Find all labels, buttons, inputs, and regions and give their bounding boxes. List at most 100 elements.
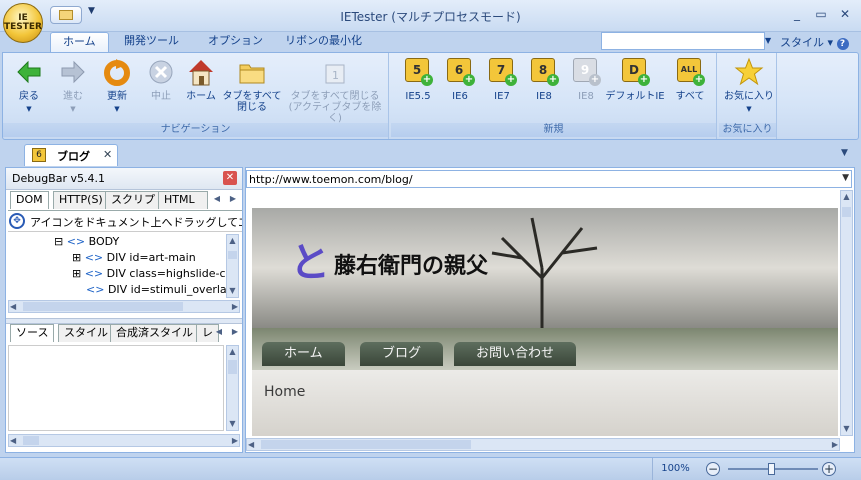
page-hscrollbar[interactable]: ◀ ▶ [246, 438, 840, 451]
scroll-left-icon[interactable]: ◀ [10, 435, 16, 447]
home-button[interactable]: ホーム [181, 57, 221, 102]
nav-home[interactable]: ホーム [262, 342, 345, 366]
close-button[interactable]: ✕ [836, 6, 854, 22]
zoom-in-icon[interactable]: + [822, 462, 836, 476]
stop-button[interactable]: 中止 [141, 57, 181, 102]
collapse-icon[interactable]: ⊟ [54, 235, 63, 248]
crosshair-icon[interactable]: ✥ [9, 213, 25, 229]
new-tab-ie55-button[interactable]: 5 + IE5.5 [399, 57, 437, 102]
new-tab-ie-button[interactable]: D + デフォルトIE [603, 57, 667, 102]
refresh-button[interactable]: 更新 ▼ [97, 57, 137, 115]
new-tab-ie8-button[interactable]: 9 + IE8 [567, 57, 605, 102]
expand-icon[interactable]: ⊞ [72, 251, 81, 264]
source-view[interactable] [8, 345, 224, 431]
forward-button[interactable]: 進む ▼ [53, 57, 93, 115]
close-other-label2: (アクティブタブを除く) [288, 102, 382, 124]
drag-hint-text: アイコンをドキュメント上へドラッグしてエレメント [30, 216, 242, 229]
tab-scroll-right-icon[interactable]: ▶ [228, 326, 242, 338]
tab-scroll-left-icon[interactable]: ◀ [212, 326, 226, 338]
search-input[interactable] [601, 32, 765, 50]
tab-html-check[interactable]: HTMLチェッ [158, 191, 208, 209]
scroll-thumb[interactable] [261, 440, 471, 449]
scroll-left-icon[interactable]: ◀ [248, 439, 254, 451]
tab-computed-style[interactable]: 合成済スタイル [110, 324, 199, 342]
tab-scroll-left-icon[interactable]: ◀ [210, 193, 224, 205]
chevron-down-icon: ▼ [26, 105, 32, 113]
scroll-right-icon[interactable]: ▶ [232, 435, 238, 447]
tab-dom[interactable]: DOM [10, 191, 49, 209]
close-all-tabs-button[interactable]: タブをすべて 閉じる [221, 57, 283, 113]
close-tab-icon[interactable]: ✕ [103, 148, 112, 161]
tab-dev-tools[interactable]: 開発ツール [112, 32, 191, 52]
tree-node-div[interactable]: <> DIV id=stimuli_overlay [86, 282, 233, 298]
document-tab-label: ブログ [57, 150, 90, 163]
new-tab-ie6-button[interactable]: 6 + IE6 [441, 57, 479, 102]
chevron-down-icon: ▼ [114, 105, 120, 113]
scroll-up-icon[interactable]: ▲ [227, 235, 238, 247]
scroll-down-icon[interactable]: ▼ [227, 285, 238, 297]
document-tab[interactable]: 6 ブログ ✕ [24, 144, 118, 166]
tree-node-div[interactable]: ⊞ <> DIV class=highslide-con [72, 266, 239, 282]
app-orb-button[interactable]: IE TESTER [3, 3, 43, 43]
tab-home[interactable]: ホーム [50, 32, 109, 52]
address-bar[interactable]: http://www.toemon.com/blog/ ▼ [246, 170, 852, 188]
breadcrumb[interactable]: Home [264, 384, 305, 400]
style-menu[interactable]: スタイル ▾ ? [780, 34, 849, 50]
folder-icon [237, 57, 267, 87]
tab-scroll-right-icon[interactable]: ▶ [226, 193, 240, 205]
scroll-thumb[interactable] [228, 360, 237, 374]
scroll-down-icon[interactable]: ▼ [841, 423, 852, 435]
plus-icon: + [638, 74, 650, 86]
scroll-right-icon[interactable]: ▶ [832, 439, 838, 451]
scroll-thumb[interactable] [228, 251, 237, 259]
close-other-tabs-button[interactable]: 1 タブをすべて閉じる (アクティブタブを除く) [285, 57, 385, 124]
new-tab-ie7-button[interactable]: 7 + IE7 [483, 57, 521, 102]
new-tab-ie8-button[interactable]: 8 + IE8 [525, 57, 563, 102]
tree-node-div[interactable]: ⊞ <> DIV id=art-main [72, 250, 196, 266]
tab-list-dropdown-icon[interactable]: ▼ [841, 148, 848, 158]
web-page: と 藤右衛門の親父 ホーム ブログ お問い合わせ Home [252, 208, 838, 436]
search-dropdown-icon[interactable]: ▼ [765, 32, 775, 50]
nav-contact[interactable]: お問い合わせ [454, 342, 577, 366]
scroll-left-icon[interactable]: ◀ [10, 301, 16, 313]
new-tab--button[interactable]: ALL + すべて [669, 57, 711, 102]
tree-node-body[interactable]: ⊟ <> BODY [54, 234, 119, 250]
navigation-group-label: ナビゲーション [3, 123, 388, 137]
tree-hscrollbar[interactable]: ◀ ▶ [8, 300, 240, 313]
close-debugbar-icon[interactable]: ✕ [223, 171, 237, 185]
scroll-right-icon[interactable]: ▶ [232, 301, 238, 313]
navigation-group: 戻る ▼ 進む ▼ 更新 ▼ 中止 ホーム タブをすべて 閉じる 1 タブをすべて閉じる… [3, 53, 389, 139]
favorites-button[interactable]: お気に入り ▼ [723, 57, 775, 115]
address-dropdown-icon[interactable]: ▼ [842, 173, 849, 183]
tab-http[interactable]: HTTP(S) [53, 191, 109, 209]
tree-vscrollbar[interactable]: ▲ ▼ [226, 234, 239, 298]
browser-panel: http://www.toemon.com/blog/ ▼ と 藤右衛門の親父 … [245, 167, 855, 453]
home-label: ホーム [186, 91, 216, 102]
style-label: スタイル [780, 36, 824, 49]
site-logo-icon: と [290, 240, 330, 286]
zoom-slider-thumb[interactable] [768, 463, 775, 475]
zoom-out-icon[interactable]: − [706, 462, 720, 476]
tab-options[interactable]: オプション [196, 32, 275, 52]
forward-label: 進む [63, 91, 83, 102]
scroll-up-icon[interactable]: ▲ [841, 191, 852, 203]
scroll-thumb[interactable] [23, 302, 183, 311]
source-hscrollbar[interactable]: ◀ ▶ [8, 434, 240, 447]
tab-style[interactable]: スタイル [58, 324, 114, 342]
scroll-down-icon[interactable]: ▼ [227, 418, 238, 430]
nav-blog[interactable]: ブログ [360, 342, 444, 366]
help-icon[interactable]: ? [836, 38, 849, 50]
scroll-up-icon[interactable]: ▲ [227, 346, 238, 358]
minimize-button[interactable]: _ [788, 6, 806, 22]
site-content: Home [252, 370, 838, 436]
expand-icon[interactable]: ⊞ [72, 267, 81, 280]
page-vscrollbar[interactable]: ▲ ▼ [840, 190, 853, 436]
scroll-thumb[interactable] [842, 207, 851, 217]
back-button[interactable]: 戻る ▼ [9, 57, 49, 115]
maximize-button[interactable]: ▭ [812, 6, 830, 22]
tab-minimize-ribbon[interactable]: リボンの最小化 [273, 32, 374, 52]
tab-source[interactable]: ソース [10, 324, 55, 342]
tag-icon: <> [86, 283, 105, 296]
scroll-thumb[interactable] [23, 436, 39, 445]
source-vscrollbar[interactable]: ▲ ▼ [226, 345, 239, 431]
